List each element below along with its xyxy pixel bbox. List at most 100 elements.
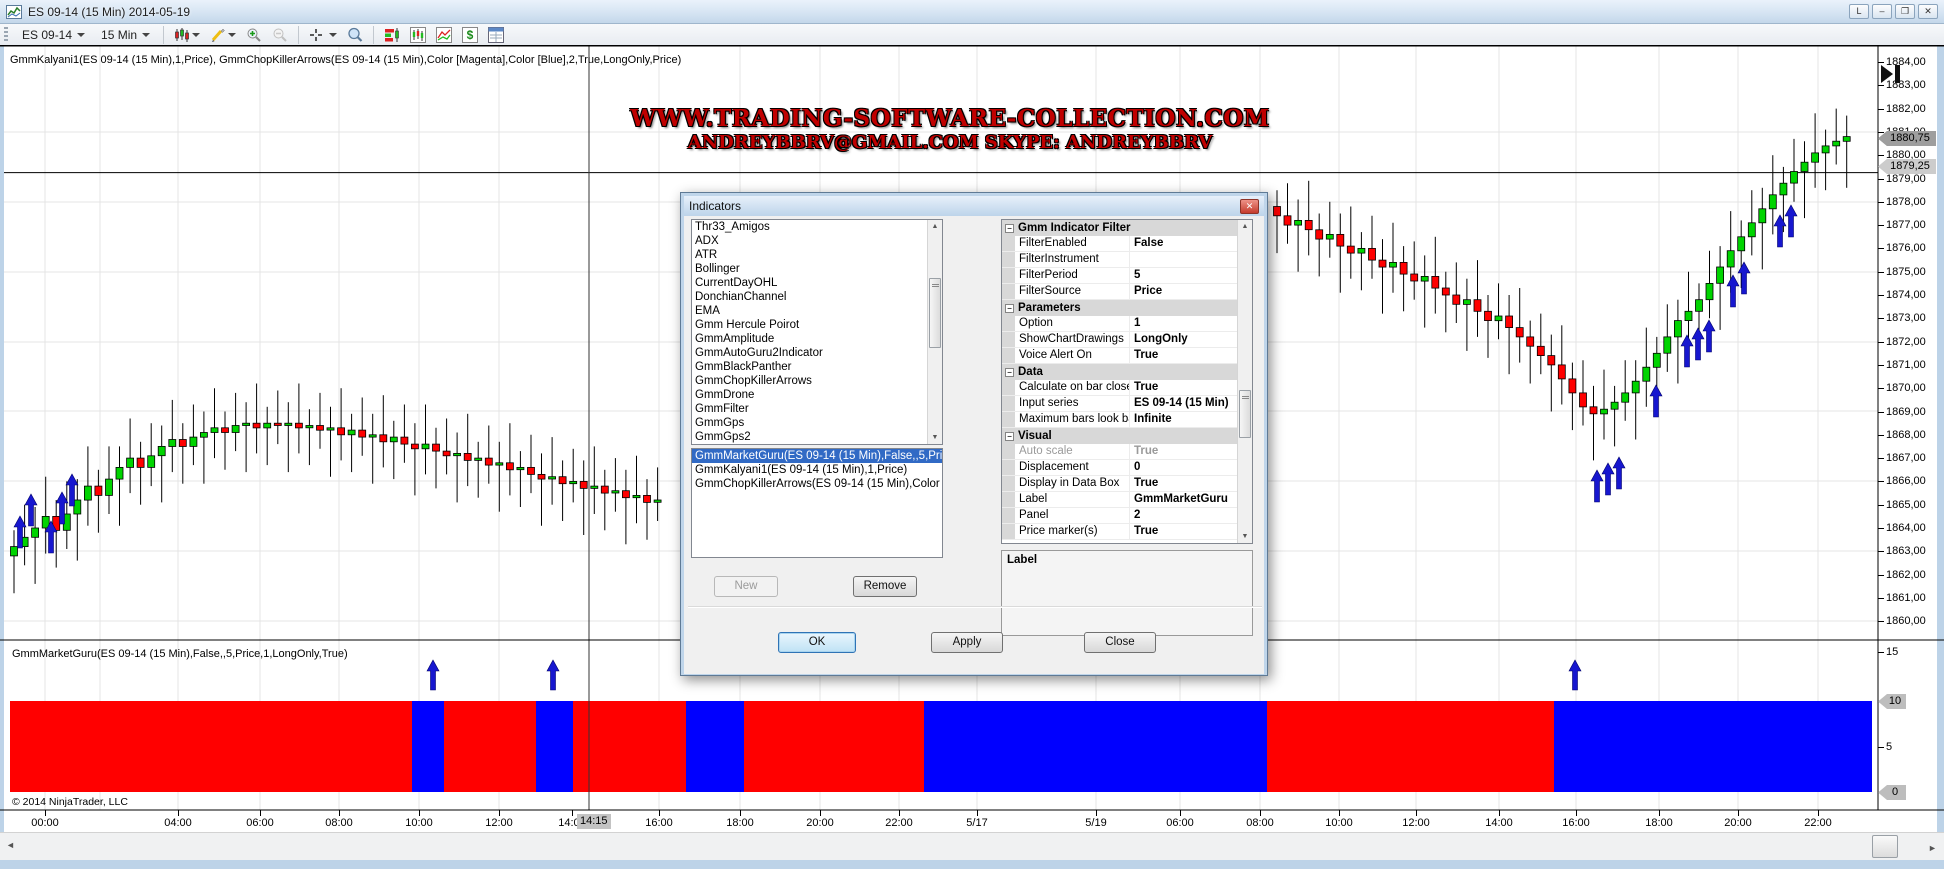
indicator-list-item[interactable]: GmmAmplitude — [692, 332, 942, 346]
property-value[interactable]: GmmMarketGuru — [1130, 492, 1239, 507]
property-row[interactable]: Voice Alert OnTrue — [1002, 348, 1239, 364]
available-list-scrollbar[interactable]: ▲ ▼ — [927, 220, 942, 444]
indicator-list-item[interactable]: ATR — [692, 248, 942, 262]
scroll-up-icon[interactable]: ▲ — [1239, 220, 1251, 233]
dialog-titlebar[interactable]: Indicators ✕ — [684, 196, 1264, 216]
property-value[interactable]: True — [1130, 380, 1239, 395]
indicator-list-item[interactable]: CurrentDayOHL — [692, 276, 942, 290]
toolbar-grip[interactable] — [4, 27, 8, 43]
property-group-header[interactable]: −Gmm Indicator Filter — [1002, 220, 1239, 236]
indicator-list-item[interactable]: EMA — [692, 304, 942, 318]
indicator-list-item[interactable]: GmmFilter — [692, 402, 942, 416]
property-value[interactable]: True — [1130, 476, 1239, 491]
property-value[interactable]: True — [1130, 444, 1239, 459]
property-grid[interactable]: −Gmm Indicator FilterFilterEnabledFalseF… — [1001, 219, 1253, 544]
indicator-list-item[interactable]: GmmAutoGuru2Indicator — [692, 346, 942, 360]
property-row[interactable]: Panel2 — [1002, 508, 1239, 524]
scrollbar-thumb[interactable] — [1239, 390, 1251, 438]
property-value[interactable] — [1130, 252, 1239, 267]
ok-button[interactable]: OK — [778, 632, 856, 653]
property-group-header[interactable]: −Parameters — [1002, 300, 1239, 316]
remove-button[interactable]: Remove — [853, 576, 917, 597]
property-value[interactable]: 0 — [1130, 460, 1239, 475]
horizontal-scrollbar[interactable]: ◄ ► — [0, 832, 1944, 860]
collapse-icon[interactable]: − — [1005, 304, 1014, 313]
indicator-list-item[interactable]: GmmBlackPanther — [692, 360, 942, 374]
apply-button[interactable]: Apply — [931, 632, 1003, 653]
collapse-icon[interactable]: − — [1005, 368, 1014, 377]
property-value[interactable]: ES 09-14 (15 Min) — [1130, 396, 1239, 411]
property-row[interactable]: Auto scaleTrue — [1002, 444, 1239, 460]
account-button[interactable]: $ — [459, 26, 481, 44]
property-row[interactable]: Calculate on bar closeTrue — [1002, 380, 1239, 396]
scroll-down-icon[interactable]: ▼ — [1239, 530, 1251, 543]
property-value[interactable]: 2 — [1130, 508, 1239, 523]
property-group-header[interactable]: −Visual — [1002, 428, 1239, 444]
window-close-button[interactable]: ✕ — [1918, 4, 1938, 19]
scrollbar-thumb[interactable] — [929, 278, 941, 348]
property-row[interactable]: FilterPeriod5 — [1002, 268, 1239, 284]
configured-indicator-item[interactable]: GmmMarketGuru(ES 09-14 (15 Min),False,,5… — [692, 449, 942, 463]
property-row[interactable]: Displacement0 — [1002, 460, 1239, 476]
zoom-out-button[interactable] — [269, 26, 291, 44]
indicator-list-item[interactable]: Gmm Hercule Poirot — [692, 318, 942, 332]
scroll-up-icon[interactable]: ▲ — [929, 220, 941, 233]
property-row[interactable]: Maximum bars look backInfinite — [1002, 412, 1239, 428]
interval-selector[interactable]: 15 Min — [95, 26, 156, 44]
window-titlebar[interactable]: ES 09-14 (15 Min) 2014-05-19 L – ❐ ✕ — [0, 0, 1944, 24]
indicator-list-item[interactable]: DonchianChannel — [692, 290, 942, 304]
indicator-list-item[interactable]: GmmChopKillerArrows — [692, 374, 942, 388]
property-group-header[interactable]: −Data — [1002, 364, 1239, 380]
chart-window-button[interactable] — [407, 26, 429, 44]
configured-indicator-item[interactable]: GmmChopKillerArrows(ES 09-14 (15 Min),Co… — [692, 477, 942, 491]
link-button[interactable]: L — [1849, 4, 1869, 19]
collapse-icon[interactable]: − — [1005, 224, 1014, 233]
indicator-list-item[interactable]: GmmGps — [692, 416, 942, 430]
close-button[interactable]: Close — [1084, 632, 1156, 653]
property-row[interactable]: Input seriesES 09-14 (15 Min) — [1002, 396, 1239, 412]
property-row[interactable]: Option1 — [1002, 316, 1239, 332]
indicator-list-item[interactable]: Bollinger — [692, 262, 942, 276]
properties-button[interactable] — [485, 26, 507, 44]
available-indicators-list[interactable]: ▲ ▼ Thr33_AmigosADXATRBollingerCurrentDa… — [691, 219, 943, 445]
scroll-down-icon[interactable]: ▼ — [929, 431, 941, 444]
scrollbar-thumb[interactable] — [1872, 835, 1898, 858]
property-row[interactable]: FilterSourcePrice — [1002, 284, 1239, 300]
configured-indicators-list[interactable]: GmmMarketGuru(ES 09-14 (15 Min),False,,5… — [691, 448, 943, 558]
property-row[interactable]: Display in Data BoxTrue — [1002, 476, 1239, 492]
new-button[interactable]: New — [714, 576, 778, 597]
property-value[interactable]: 5 — [1130, 268, 1239, 283]
indicator-list-item[interactable]: GmmDrone — [692, 388, 942, 402]
property-row[interactable]: FilterEnabledFalse — [1002, 236, 1239, 252]
indicator-list-item[interactable]: ADX — [692, 234, 942, 248]
property-value[interactable]: Infinite — [1130, 412, 1239, 427]
go-to-last-bar-icon[interactable] — [1880, 64, 1906, 89]
property-row[interactable]: LabelGmmMarketGuru — [1002, 492, 1239, 508]
cursor-mode-button[interactable] — [306, 26, 340, 44]
property-value[interactable]: 1 — [1130, 316, 1239, 331]
indicator-list-item[interactable]: Thr33_Amigos — [692, 220, 942, 234]
property-value[interactable]: Price — [1130, 284, 1239, 299]
scroll-left-icon[interactable]: ◄ — [6, 840, 15, 850]
drawing-tools-button[interactable] — [207, 26, 239, 44]
property-value[interactable]: True — [1130, 524, 1239, 539]
configured-indicator-item[interactable]: GmmKalyani1(ES 09-14 (15 Min),1,Price) — [692, 463, 942, 477]
zoom-in-button[interactable] — [243, 26, 265, 44]
line-chart-button[interactable] — [433, 26, 455, 44]
property-value[interactable]: True — [1130, 348, 1239, 363]
property-value[interactable]: LongOnly — [1130, 332, 1239, 347]
property-row[interactable]: ShowChartDrawingsLongOnly — [1002, 332, 1239, 348]
property-row[interactable]: Price marker(s)True — [1002, 524, 1239, 540]
dialog-close-button[interactable]: ✕ — [1240, 199, 1259, 214]
maximize-button[interactable]: ❐ — [1895, 4, 1915, 19]
instrument-selector[interactable]: ES 09-14 — [16, 26, 91, 44]
scroll-right-icon[interactable]: ► — [1928, 843, 1937, 853]
property-row[interactable]: FilterInstrument — [1002, 252, 1239, 268]
data-box-button[interactable] — [344, 26, 366, 44]
chart-style-button[interactable] — [171, 26, 203, 44]
market-analyzer-button[interactable] — [381, 26, 403, 44]
indicator-list-item[interactable]: GmmGps2 — [692, 430, 942, 444]
property-value[interactable]: False — [1130, 236, 1239, 251]
minimize-button[interactable]: – — [1872, 4, 1892, 19]
collapse-icon[interactable]: − — [1005, 432, 1014, 441]
